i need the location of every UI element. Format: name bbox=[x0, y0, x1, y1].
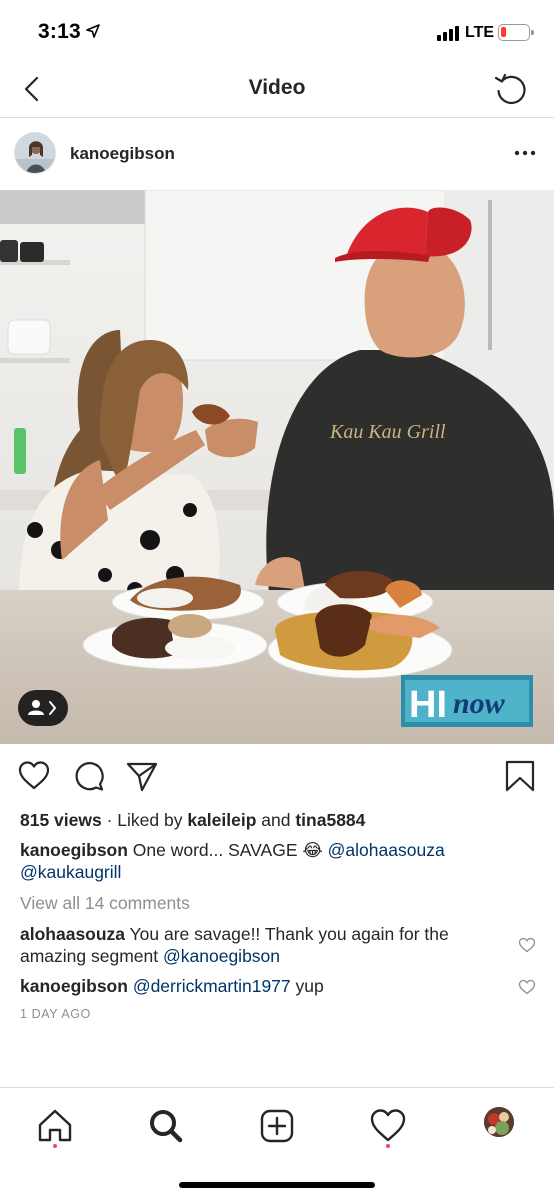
profile-avatar-icon bbox=[484, 1107, 514, 1137]
comment-username[interactable]: kanoegibson bbox=[20, 976, 128, 996]
bookmark-icon bbox=[505, 760, 535, 792]
nav-header: Video bbox=[0, 64, 554, 118]
comment-item: kanoegibson @derrickmartin1977 yup bbox=[20, 975, 500, 997]
mention-link[interactable]: @alohaasouza bbox=[328, 840, 445, 860]
avatar[interactable] bbox=[14, 132, 56, 174]
comment-text: yup bbox=[290, 976, 324, 996]
notification-dot bbox=[53, 1144, 57, 1148]
new-post-icon bbox=[260, 1109, 294, 1143]
view-count[interactable]: 815 views bbox=[20, 810, 102, 830]
avatar-image bbox=[15, 133, 55, 173]
post-caption: kanoegibson One word... SAVAGE 😂 @alohaa… bbox=[20, 839, 534, 883]
caption-text: One word... SAVAGE 😂 bbox=[127, 840, 328, 860]
shirt-print: Kau Kau Grill bbox=[329, 421, 446, 443]
send-icon bbox=[126, 762, 158, 792]
heart-icon bbox=[518, 937, 536, 953]
hinow-logo-mark: HI now bbox=[401, 675, 533, 727]
status-bar: 3:13 LTE bbox=[0, 0, 554, 64]
tag-badge[interactable] bbox=[18, 690, 68, 726]
caption-username[interactable]: kanoegibson bbox=[20, 840, 128, 860]
svg-text:now: now bbox=[453, 687, 506, 720]
mention-link[interactable]: @kanoegibson bbox=[163, 946, 280, 966]
refresh-button[interactable] bbox=[492, 70, 530, 108]
comment-like-button[interactable] bbox=[518, 979, 536, 995]
liked-by-prefix: · Liked by bbox=[101, 810, 188, 830]
more-dots-icon bbox=[514, 150, 536, 156]
home-indicator bbox=[179, 1182, 375, 1188]
mention-link[interactable]: @kaukaugrill bbox=[20, 862, 121, 882]
page-title: Video bbox=[248, 76, 306, 99]
refresh-icon bbox=[494, 73, 526, 104]
video-frame: Kau Kau Grill bbox=[0, 190, 554, 744]
tab-activity[interactable] bbox=[368, 1106, 408, 1146]
svg-text:HI: HI bbox=[409, 684, 447, 726]
comment-button[interactable] bbox=[72, 759, 106, 793]
post-video[interactable]: Kau Kau Grill HI now bbox=[0, 190, 554, 744]
tab-search[interactable] bbox=[146, 1106, 186, 1146]
view-all-comments-link[interactable]: View all 14 comments bbox=[20, 892, 534, 914]
search-icon bbox=[150, 1110, 183, 1143]
likes-line: 815 views · Liked by kaleileip and tina5… bbox=[20, 809, 534, 831]
comment-icon bbox=[75, 762, 104, 791]
heart-icon bbox=[18, 761, 50, 790]
person-tag-icon bbox=[28, 700, 56, 715]
post-timestamp: 1 DAY AGO bbox=[20, 1007, 91, 1021]
post-header: kanoegibson bbox=[0, 119, 554, 189]
more-options-button[interactable] bbox=[510, 141, 540, 165]
battery-icon bbox=[498, 24, 534, 41]
tab-profile[interactable] bbox=[484, 1107, 514, 1137]
post-actions bbox=[0, 745, 554, 807]
status-time: 3:13 bbox=[38, 20, 81, 43]
notification-dot bbox=[386, 1144, 390, 1148]
mention-link[interactable]: @derrickmartin1977 bbox=[133, 976, 291, 996]
comment-like-button[interactable] bbox=[518, 937, 536, 953]
comment-username[interactable]: alohaasouza bbox=[20, 924, 125, 944]
post-username[interactable]: kanoegibson bbox=[70, 144, 175, 164]
heart-icon bbox=[518, 979, 536, 995]
hinow-logo: HI now bbox=[401, 675, 533, 727]
tab-new-post[interactable] bbox=[257, 1106, 297, 1146]
carrier-label: LTE bbox=[465, 24, 495, 41]
liked-user-link[interactable]: tina5884 bbox=[295, 810, 365, 830]
signal-icon bbox=[437, 25, 463, 41]
activity-heart-icon bbox=[370, 1109, 406, 1142]
liked-user-link[interactable]: kaleileip bbox=[187, 810, 256, 830]
comment-item: alohaasouza You are savage!! Thank you a… bbox=[20, 923, 500, 967]
save-button[interactable] bbox=[503, 759, 537, 793]
location-arrow-icon bbox=[86, 24, 100, 38]
like-button[interactable] bbox=[17, 759, 51, 793]
liked-and: and bbox=[256, 810, 296, 830]
share-button[interactable] bbox=[125, 759, 159, 793]
tab-home[interactable] bbox=[35, 1106, 75, 1146]
home-icon bbox=[38, 1109, 72, 1142]
